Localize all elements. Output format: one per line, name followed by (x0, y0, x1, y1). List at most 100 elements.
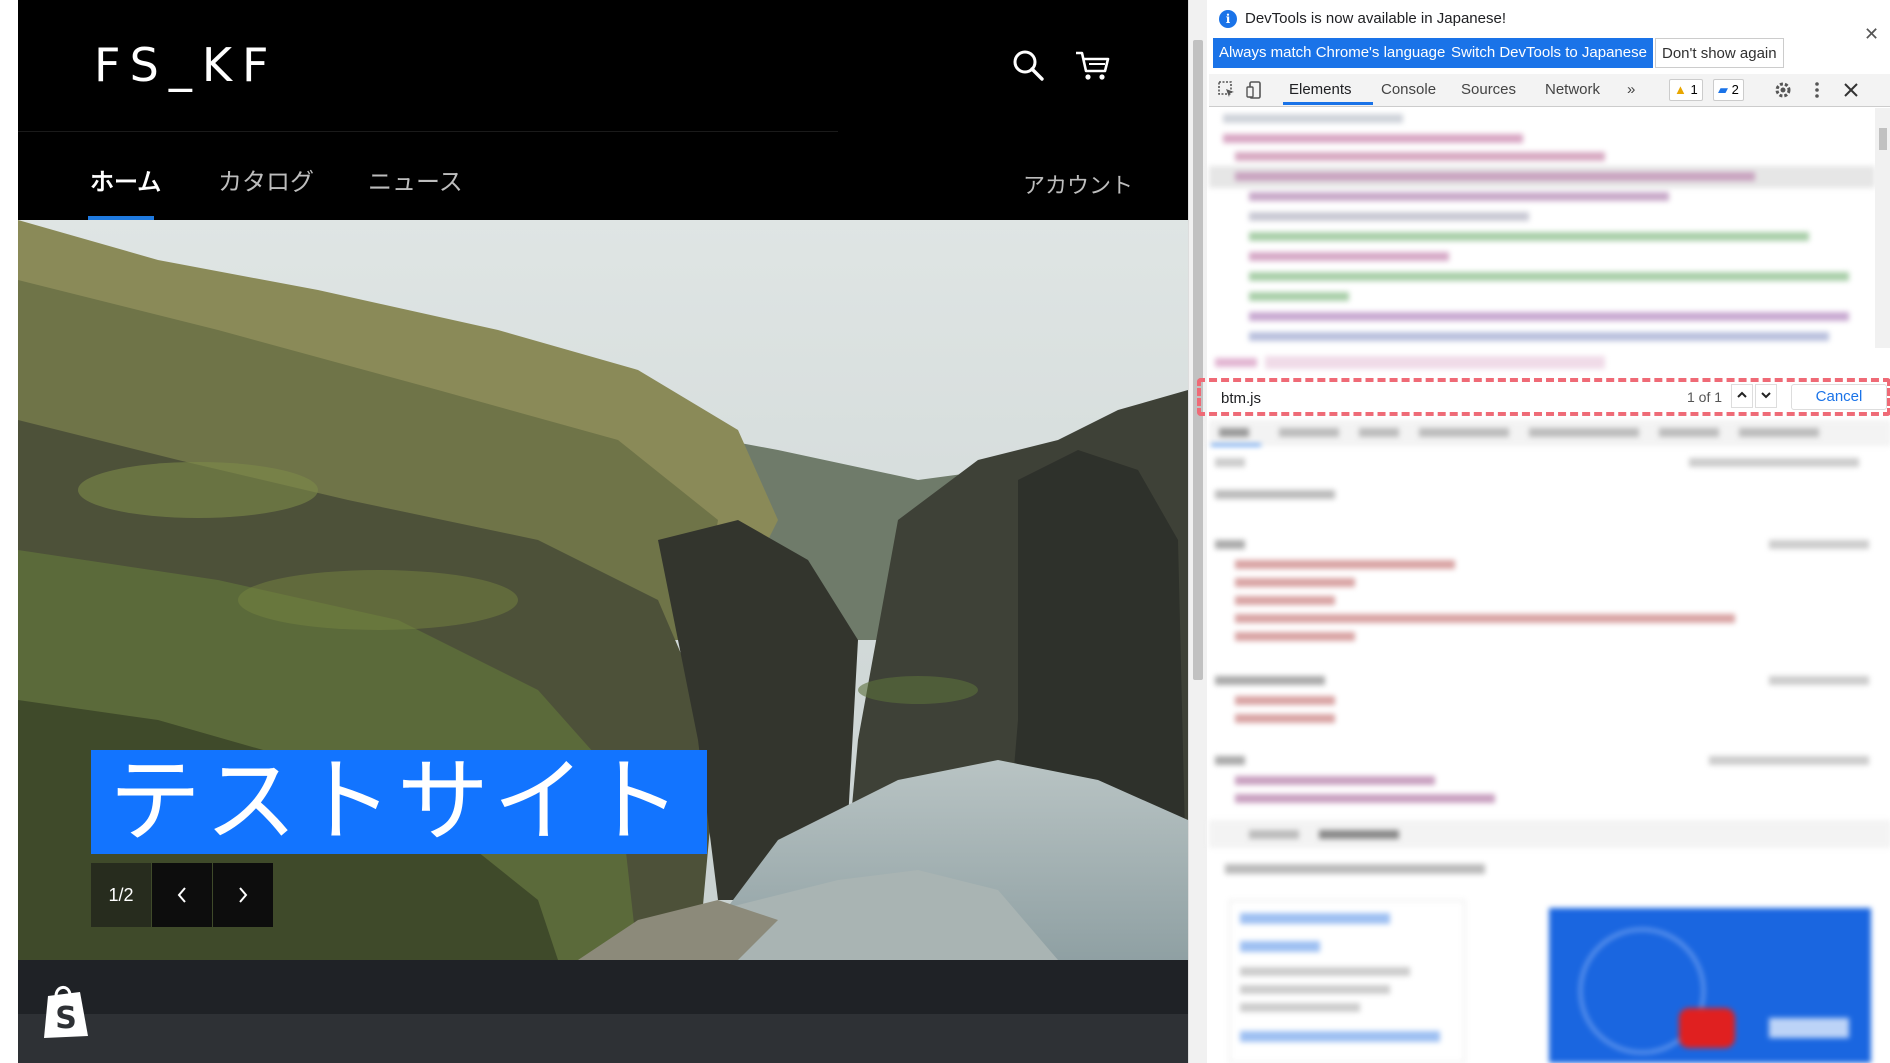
style-prop (1235, 696, 1335, 705)
hero-title-banner: テストサイト (91, 750, 707, 854)
element-breadcrumb[interactable] (1209, 350, 1890, 378)
filter-input (1215, 458, 1245, 467)
chevron-down-icon (1761, 392, 1771, 399)
slide-next-button[interactable] (213, 863, 273, 927)
code-line (1249, 252, 1449, 261)
page-scrollbar[interactable] (1189, 0, 1207, 1063)
nav-item-news[interactable]: ニュース (368, 162, 463, 197)
code-line (1249, 312, 1849, 321)
devtools-drawer[interactable] (1209, 820, 1890, 1063)
kebab-menu-icon[interactable] (1807, 80, 1827, 100)
site-logo[interactable]: FS_KF (94, 38, 278, 92)
whats-new-link (1240, 913, 1390, 924)
code-line (1249, 272, 1849, 281)
close-icon[interactable]: ✕ (1864, 24, 1879, 45)
device-toolbar-icon[interactable] (1245, 80, 1265, 100)
subtab (1419, 428, 1509, 437)
slideshow-controls: 1/2 (91, 863, 273, 927)
close-devtools-icon[interactable] (1841, 80, 1861, 100)
whats-new-text (1240, 967, 1410, 976)
dom-tree-scrollbar[interactable] (1875, 108, 1890, 348)
code-line (1249, 332, 1829, 341)
style-prop (1235, 614, 1735, 623)
drawer-tab (1319, 830, 1399, 839)
chevron-up-icon (1737, 391, 1747, 398)
style-rule (1215, 490, 1335, 499)
devtools-main: i DevTools is now available in Japanese!… (1197, 0, 1890, 1063)
search-cancel-button[interactable]: Cancel (1791, 384, 1887, 410)
code-line (1235, 152, 1605, 161)
language-infobar: i DevTools is now available in Japanese!… (1209, 0, 1890, 72)
active-tab-underline (1283, 102, 1373, 105)
always-match-language-button[interactable]: Always match Chrome's language (1213, 38, 1452, 68)
site-footer-bar: S (18, 960, 1188, 1063)
style-prop (1235, 714, 1335, 723)
more-tabs-button[interactable]: » (1627, 81, 1635, 98)
warnings-badge[interactable]: ▲ 1 (1669, 79, 1703, 101)
style-rule (1215, 540, 1245, 549)
drawer-tabs (1209, 820, 1890, 848)
style-source (1769, 676, 1869, 685)
code-line (1223, 134, 1523, 143)
tab-sources[interactable]: Sources (1461, 81, 1516, 98)
shopify-site-viewport: FS_KF ホーム カタログ ニュース アカウント テストサイト 1/2 S (18, 0, 1188, 1063)
dom-search-bar: 1 of 1 Cancel (1197, 378, 1890, 416)
slide-prev-button[interactable] (152, 863, 212, 927)
gear-icon[interactable] (1773, 80, 1793, 100)
code-line (1249, 232, 1809, 241)
dom-tree-scrollbar-thumb[interactable] (1879, 128, 1887, 150)
dom-search-input[interactable] (1219, 386, 1683, 410)
search-result-count: 1 of 1 (1687, 389, 1723, 405)
dont-show-again-button[interactable]: Don't show again (1655, 38, 1784, 68)
style-source (1709, 756, 1869, 765)
switch-to-japanese-button[interactable]: Switch DevTools to Japanese (1445, 38, 1653, 68)
inspect-element-icon[interactable] (1217, 80, 1237, 100)
account-link[interactable]: アカウント (1023, 168, 1133, 200)
tab-elements[interactable]: Elements (1289, 81, 1352, 98)
nav-item-catalog[interactable]: カタログ (218, 162, 314, 197)
whats-new-link (1240, 1031, 1440, 1042)
tab-network[interactable]: Network (1545, 81, 1600, 98)
style-prop (1235, 596, 1335, 605)
whats-new-list (1229, 900, 1465, 1063)
chevron-right-icon (239, 887, 248, 903)
warnings-count: 1 (1690, 82, 1698, 97)
footer-band (18, 960, 1188, 1014)
subtab (1659, 428, 1719, 437)
nav-item-home[interactable]: ホーム (90, 162, 161, 197)
dom-tree-panel[interactable] (1209, 108, 1875, 348)
style-prop (1235, 632, 1355, 641)
style-prop (1235, 776, 1435, 785)
whats-new-text (1240, 1003, 1360, 1012)
whats-new-video-thumbnail (1549, 908, 1871, 1063)
subtab (1739, 428, 1819, 437)
header-divider (18, 131, 838, 132)
tab-console[interactable]: Console (1381, 81, 1436, 98)
subtab (1279, 428, 1339, 437)
code-line (1249, 212, 1529, 221)
thumbnail-text (1769, 1018, 1849, 1038)
code-line (1235, 172, 1755, 181)
search-next-button[interactable] (1755, 384, 1777, 408)
breadcrumb-item (1215, 358, 1257, 367)
style-prop (1235, 794, 1495, 803)
whats-new-heading (1225, 864, 1485, 874)
styles-panel[interactable] (1209, 420, 1890, 820)
cart-icon[interactable] (1074, 50, 1110, 82)
filter-tools (1689, 458, 1859, 467)
subtab (1359, 428, 1399, 437)
search-previous-button[interactable] (1731, 384, 1753, 408)
devtools-panel: i DevTools is now available in Japanese!… (1188, 0, 1890, 1063)
shopify-icon[interactable]: S (40, 982, 92, 1040)
subtab-underline (1211, 444, 1261, 446)
code-line (1223, 114, 1403, 123)
style-prop (1235, 560, 1455, 569)
warning-icon: ▲ (1674, 82, 1687, 97)
chevron-left-icon (177, 887, 186, 903)
search-icon[interactable] (1011, 48, 1045, 82)
messages-badge[interactable]: ▰ 2 (1713, 79, 1744, 101)
site-header: FS_KF (18, 0, 1188, 133)
page-scrollbar-thumb[interactable] (1193, 40, 1203, 680)
hero-slideshow: テストサイト 1/2 (18, 220, 1188, 960)
slide-counter: 1/2 (91, 863, 151, 927)
